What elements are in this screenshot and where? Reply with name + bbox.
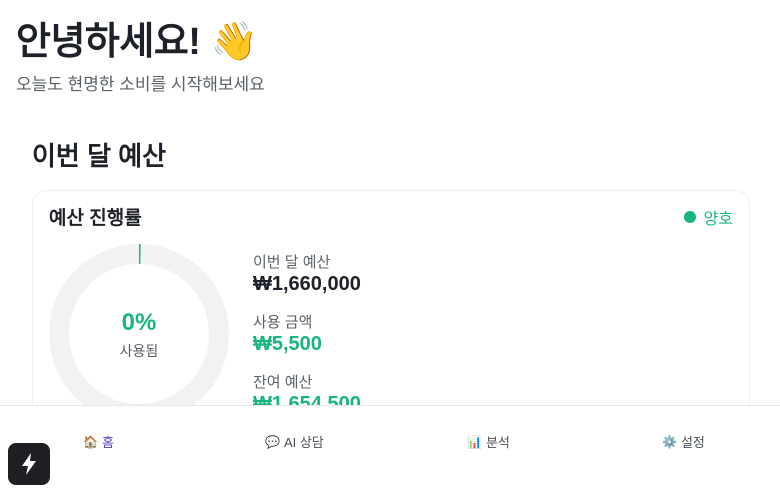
status-badge: 양호	[683, 205, 733, 229]
card-title: 예산 진행률	[49, 208, 142, 229]
bar-chart-icon: 📊	[467, 434, 482, 449]
gear-icon: ⚙️	[662, 434, 677, 449]
spent-value: ₩5,500	[253, 333, 322, 355]
bolt-button[interactable]	[8, 443, 50, 485]
status-dot-icon	[683, 211, 696, 223]
budget-label: 이번 달 예산	[253, 254, 331, 271]
spent-label: 사용 금액	[253, 314, 313, 331]
nav-label-settings: 설정	[680, 435, 705, 450]
nav-item-analysis[interactable]: 📊 분석	[467, 432, 510, 451]
section-title: 이번 달 예산	[32, 141, 167, 171]
greeting-title: 안녕하세요! 👋	[16, 21, 258, 63]
nav-label-ai-chat: AI 상담	[283, 435, 324, 450]
budget-value: ₩1,660,000	[253, 273, 361, 295]
nav-label-analysis: 분석	[485, 435, 510, 450]
nav-item-home[interactable]: 🏠 홈	[83, 432, 114, 451]
nav-item-settings[interactable]: ⚙️ 설정	[662, 432, 705, 451]
progress-caption: 사용됨	[119, 343, 159, 359]
chat-bubble-icon: 💬	[265, 434, 280, 449]
home-icon: 🏠	[83, 434, 98, 449]
status-label: 양호	[703, 211, 733, 228]
progress-percent: 0%	[121, 309, 157, 336]
bottom-navigation: 🏠 홈 💬 AI 상담 📊 분석 ⚙️ 설정	[0, 405, 780, 494]
nav-label-home: 홈	[101, 435, 114, 450]
lightning-bolt-icon	[22, 453, 36, 475]
nav-item-ai-chat[interactable]: 💬 AI 상담	[265, 432, 324, 451]
greeting-subtitle: 오늘도 현명한 소비를 시작해보세요	[16, 75, 265, 94]
remaining-label: 잔여 예산	[253, 374, 313, 391]
